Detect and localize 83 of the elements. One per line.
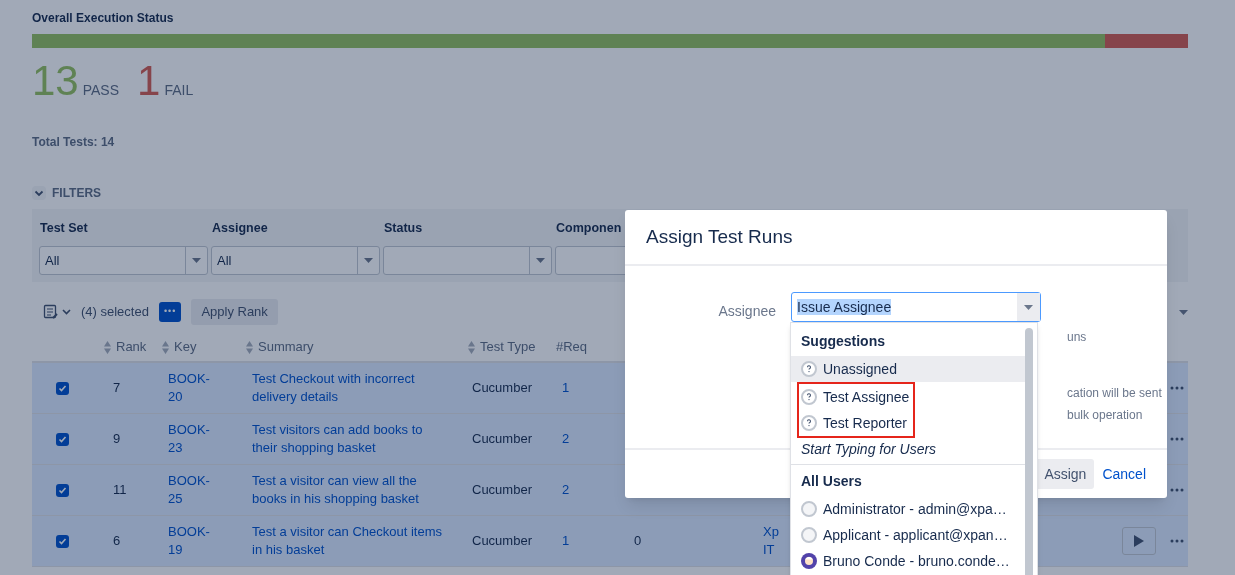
row-checkbox[interactable] <box>55 483 69 497</box>
more-icon[interactable] <box>1170 386 1184 390</box>
checkmark-icon <box>57 485 67 495</box>
summary-link[interactable]: Test a visitor can view all the books in his shopping basket <box>246 472 451 508</box>
checkmark-icon <box>57 434 67 444</box>
count-number: 1 <box>137 56 161 106</box>
filter-label: Test Set <box>39 220 89 237</box>
row-checkbox[interactable] <box>55 432 69 446</box>
section-title: Overall Execution Status <box>32 10 175 27</box>
requirements-link[interactable]: 1 <box>556 531 626 551</box>
dialog-title: Assign Test Runs <box>646 224 793 249</box>
apply-rank-button[interactable]: Apply Rank <box>191 299 278 325</box>
issue-key-link[interactable]: BOOK-20 <box>162 370 212 406</box>
play-icon <box>1134 535 1144 547</box>
summary-link[interactable]: Test a visitor can Checkout items in his basket <box>246 523 451 559</box>
more-icon[interactable] <box>1170 539 1184 543</box>
row-checkbox[interactable] <box>55 381 69 395</box>
total-tests: Total Tests: 14 <box>32 134 116 151</box>
unknown-user-icon <box>801 361 817 377</box>
column-header[interactable]: Key <box>174 337 197 357</box>
user-avatar-icon <box>801 527 817 543</box>
user-avatar-icon <box>801 553 817 569</box>
test-type-cell-text: Cucumber <box>471 532 533 551</box>
filter-select[interactable]: All <box>211 245 380 275</box>
filter-label: Componen <box>555 220 623 237</box>
column-header[interactable]: Rank <box>116 337 147 357</box>
test-type-cell-text: Cucumber <box>471 430 533 449</box>
hint-text: Start Typing for Users <box>800 439 938 459</box>
test-type-cell-text: Cucumber <box>471 379 533 398</box>
checkmark-icon <box>57 383 67 393</box>
rank-cell-text: 7 <box>112 379 122 398</box>
caret-icon <box>364 257 373 263</box>
count-number: 13 <box>32 56 79 106</box>
filter-label: Assignee <box>211 220 269 237</box>
group-heading: All Users <box>800 472 863 491</box>
field-label: Assignee <box>718 303 776 319</box>
issue-key-link[interactable]: BOOK-23 <box>162 421 212 457</box>
caret-icon <box>192 257 201 263</box>
caret-icon <box>536 257 545 263</box>
list-edit-icon[interactable] <box>43 304 71 320</box>
more-icon[interactable] <box>1170 488 1184 492</box>
test-type-cell-text: Cucumber <box>471 481 533 500</box>
requirements-link[interactable]: 2 <box>556 480 626 500</box>
group-heading: Suggestions <box>800 332 886 351</box>
user-option[interactable]: Applicant - applicant@xpan… <box>791 522 1025 548</box>
link-fragment[interactable]: Xp <box>763 523 779 541</box>
caret-icon <box>1024 304 1033 310</box>
summary-link[interactable]: Test visitors can add books to their shopping basket <box>246 421 451 457</box>
column-header[interactable]: #Req <box>556 337 588 357</box>
rank-cell-text: 11 <box>112 481 128 500</box>
note-text: cation will be sent <box>1067 385 1162 402</box>
caret-icon <box>1179 309 1188 315</box>
chevron-icon[interactable] <box>32 186 46 200</box>
column-header[interactable]: Test Type <box>480 337 536 357</box>
note-text: uns <box>1067 329 1088 346</box>
filter-label: Status <box>383 220 424 237</box>
filters-title: FILTERS <box>52 185 102 202</box>
user-option[interactable]: Unassigned <box>791 356 1025 382</box>
more-icon[interactable] <box>1170 437 1184 441</box>
issue-key-link[interactable]: BOOK-19 <box>162 523 212 559</box>
unknown-user-icon <box>801 415 817 431</box>
user-option[interactable]: Test Assignee <box>799 384 912 410</box>
summary-link[interactable]: Test Checkout with incorrect delivery details <box>246 370 451 406</box>
requirements-link[interactable]: 2 <box>556 429 626 449</box>
unknown-user-icon <box>801 389 817 405</box>
play-button[interactable] <box>1122 527 1156 555</box>
assignee-field[interactable]: Issue Assignee <box>791 292 1041 322</box>
row-checkbox[interactable] <box>55 534 69 548</box>
link-fragment[interactable]: IT <box>763 541 779 559</box>
count-label: FAIL <box>164 81 194 100</box>
rank-cell-text: 6 <box>112 532 122 551</box>
column-header[interactable]: Summary <box>258 337 314 357</box>
scrollbar[interactable] <box>1025 328 1033 575</box>
table-cell-text: 0 <box>633 532 643 551</box>
checkmark-icon <box>57 536 67 546</box>
count-label: PASS <box>82 81 120 100</box>
filter-select[interactable]: All <box>39 245 208 275</box>
selected-count: (4) selected <box>81 303 149 322</box>
more-button[interactable]: ••• <box>158 302 182 322</box>
rank-cell-text: 9 <box>112 430 122 449</box>
user-avatar-icon <box>801 501 817 517</box>
requirements-link[interactable]: 1 <box>556 378 626 398</box>
issue-key-link[interactable]: BOOK-25 <box>162 472 212 508</box>
